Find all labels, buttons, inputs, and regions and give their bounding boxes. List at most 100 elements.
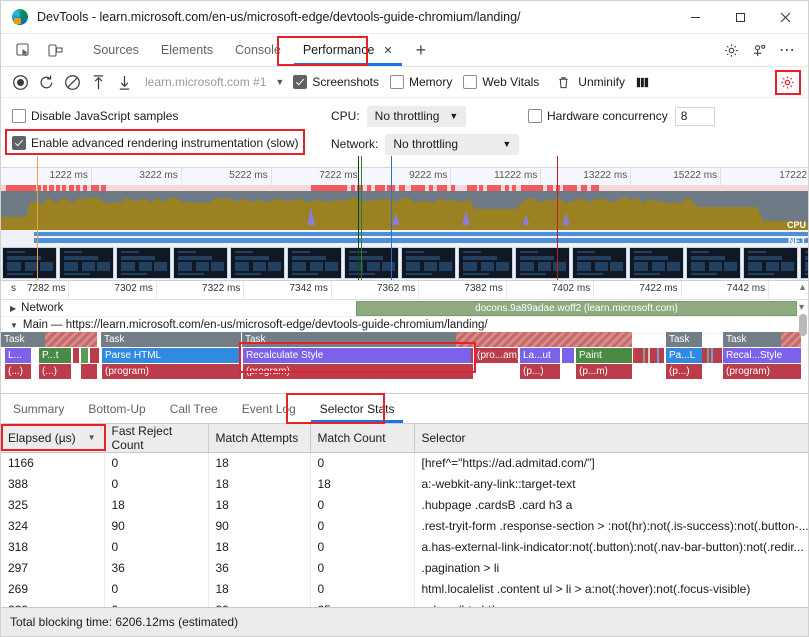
flame-scrollbar[interactable] <box>799 314 807 336</box>
filmstrip-thumbnail[interactable] <box>686 247 741 279</box>
thumbnail-content <box>748 256 782 260</box>
trash-icon[interactable] <box>550 69 576 95</box>
tab-bottom-up[interactable]: Bottom-Up <box>76 394 157 423</box>
column-header-match-attempts[interactable]: Match Attempts <box>208 424 311 453</box>
tab-elements[interactable]: Elements <box>150 34 224 66</box>
column-header-elapsed[interactable]: Elapsed (µs) ▼ <box>1 424 105 453</box>
cpu-throttling-select[interactable]: No throttling ▼ <box>366 105 467 127</box>
collapse-triangle-icon[interactable]: ▼ <box>10 321 18 330</box>
tab-performance[interactable]: Performance ✕ <box>292 34 404 66</box>
table-cell: 18 <box>208 494 311 516</box>
tab-selector-stats[interactable]: Selector Stats <box>308 394 407 423</box>
filmstrip-thumbnail[interactable] <box>287 247 342 279</box>
chevron-down-icon[interactable]: ▼ <box>275 77 284 87</box>
flame-thin-event[interactable] <box>648 348 650 363</box>
flame-thin-event[interactable] <box>702 348 704 363</box>
thumbnail-content <box>691 256 725 260</box>
table-row[interactable]: 1166 0 18 0 [href^="https://ad.admitad.com/"… <box>1 452 808 474</box>
checkbox-label: Disable JavaScript samples <box>31 109 179 123</box>
save-profile-icon[interactable] <box>111 69 137 95</box>
table-row[interactable]: 26909065:where(html *) <box>1 599 808 607</box>
advanced-rendering-checkbox[interactable]: Enable advanced rendering instrumentatio… <box>12 136 299 150</box>
table-row[interactable]: 388 0 18 18 a:-webkit-any-link::target-text <box>1 473 808 495</box>
filmstrip-thumbnail[interactable] <box>800 247 808 279</box>
customize-icon[interactable] <box>745 37 773 63</box>
network-track-row[interactable]: ▶ Network docons.9a89adae.woff2 (learn.m… <box>1 300 808 317</box>
flame-thin-event[interactable] <box>643 348 645 363</box>
add-tab-button[interactable]: + <box>410 41 433 59</box>
scroll-down-arrow-icon[interactable]: ▼ <box>797 302 806 312</box>
filmstrip-thumbnail[interactable] <box>59 247 114 279</box>
filmstrip-thumbnail[interactable] <box>743 247 798 279</box>
column-header-selector[interactable]: Selector <box>414 424 808 453</box>
gear-icon[interactable] <box>717 37 745 63</box>
filmstrip-thumbnail[interactable] <box>116 247 171 279</box>
flame-thin-event[interactable] <box>711 348 713 363</box>
table-row[interactable]: 324 90 90 0 .rest-tryit-form .response-secti… <box>1 515 808 537</box>
filmstrip-thumbnail[interactable] <box>458 247 513 279</box>
web-vitals-checkbox[interactable]: Web Vitals <box>463 75 539 89</box>
scroll-up-arrow-icon[interactable]: ▲ <box>798 282 807 292</box>
unminify-label[interactable]: Unminify <box>578 75 625 89</box>
capture-settings-gear-icon[interactable] <box>776 71 798 93</box>
selector-stats-table-wrap[interactable]: Elapsed (µs) ▼ Fast Reject Count Match A… <box>1 424 808 607</box>
hardware-concurrency-input[interactable]: 8 <box>674 106 715 126</box>
flame-thin-event[interactable] <box>657 348 659 363</box>
expand-triangle-icon[interactable]: ▶ <box>10 304 16 313</box>
tab-event-log[interactable]: Event Log <box>230 394 308 423</box>
flame-thin-event[interactable] <box>97 348 99 363</box>
ruler-tick-line <box>540 168 542 185</box>
network-throttling-select[interactable]: No throttling ▼ <box>385 133 520 155</box>
thumbnail-content <box>7 262 21 271</box>
column-header-match-count[interactable]: Match Count <box>310 424 415 453</box>
filmstrip-thumbnail[interactable] <box>230 247 285 279</box>
network-request-bar[interactable]: docons.9a89adae.woff2 (learn.microsoft.c… <box>356 301 797 316</box>
flame-thin-event[interactable] <box>638 348 640 363</box>
filmstrip-thumbnail[interactable] <box>515 247 570 279</box>
filmstrip-thumbnail[interactable] <box>2 247 57 279</box>
tab-label: Elements <box>160 43 213 57</box>
table-row[interactable]: 297 36 36 0 .pagination > li <box>1 557 808 579</box>
unminify-icon[interactable] <box>630 69 656 95</box>
flame-thin-event[interactable] <box>719 348 721 363</box>
flame-thin-event[interactable] <box>652 348 654 363</box>
flame-thin-event[interactable] <box>661 348 663 363</box>
reload-and-record-icon[interactable] <box>33 69 59 95</box>
disable-js-samples-checkbox[interactable]: Disable JavaScript samples <box>12 109 178 123</box>
timeline-overview[interactable]: 1222 ms 3222 ms 5222 ms 7222 ms 9222 ms 11222… <box>1 156 808 280</box>
load-profile-icon[interactable] <box>85 69 111 95</box>
filmstrip-thumbnail[interactable] <box>629 247 684 279</box>
close-button[interactable] <box>763 1 808 33</box>
close-tab-icon[interactable]: ✕ <box>383 44 392 57</box>
filmstrip-thumbnail[interactable] <box>401 247 456 279</box>
flame-thin-event[interactable] <box>471 348 473 363</box>
table-row[interactable]: 318 0 18 0 a.has-external-link-indicator:not… <box>1 536 808 558</box>
record-icon[interactable] <box>7 69 33 95</box>
more-options-icon[interactable]: ⋯ <box>773 37 801 63</box>
tab-summary[interactable]: Summary <box>1 394 76 423</box>
flame-block-task[interactable]: Task <box>101 332 241 347</box>
memory-checkbox[interactable]: Memory <box>390 75 452 89</box>
flame-thin-event[interactable] <box>633 348 635 363</box>
thumbnail-content <box>154 262 167 271</box>
flame-block-task[interactable]: Task <box>666 332 702 347</box>
minimize-button[interactable] <box>673 1 718 33</box>
tab-sources[interactable]: Sources <box>82 34 150 66</box>
hardware-concurrency-checkbox[interactable]: Hardware concurrency <box>528 109 668 123</box>
clear-icon[interactable] <box>59 69 85 95</box>
tab-console[interactable]: Console <box>224 34 292 66</box>
column-header-fast-reject-count[interactable]: Fast Reject Count <box>104 424 209 453</box>
screenshots-checkbox[interactable]: Screenshots <box>293 75 379 89</box>
flame-chart[interactable]: ▶ Network docons.9a89adae.woff2 (learn.m… <box>1 300 808 393</box>
filmstrip-thumbnail[interactable] <box>572 247 627 279</box>
tab-call-tree[interactable]: Call Tree <box>158 394 230 423</box>
flame-thin-event[interactable] <box>715 348 717 363</box>
flame-thin-event[interactable] <box>707 348 709 363</box>
checkbox-label: Enable advanced rendering instrumentatio… <box>31 136 299 150</box>
inspect-icon[interactable] <box>10 37 36 63</box>
filmstrip-thumbnail[interactable] <box>173 247 228 279</box>
device-toolbar-icon[interactable] <box>42 37 68 63</box>
maximize-button[interactable] <box>718 1 763 33</box>
table-row[interactable]: 325 18 18 0 .hubpage .cardsB .card h3 a <box>1 494 808 516</box>
table-row[interactable]: 269 0 18 0 html.localelist .content ul > li … <box>1 578 808 600</box>
